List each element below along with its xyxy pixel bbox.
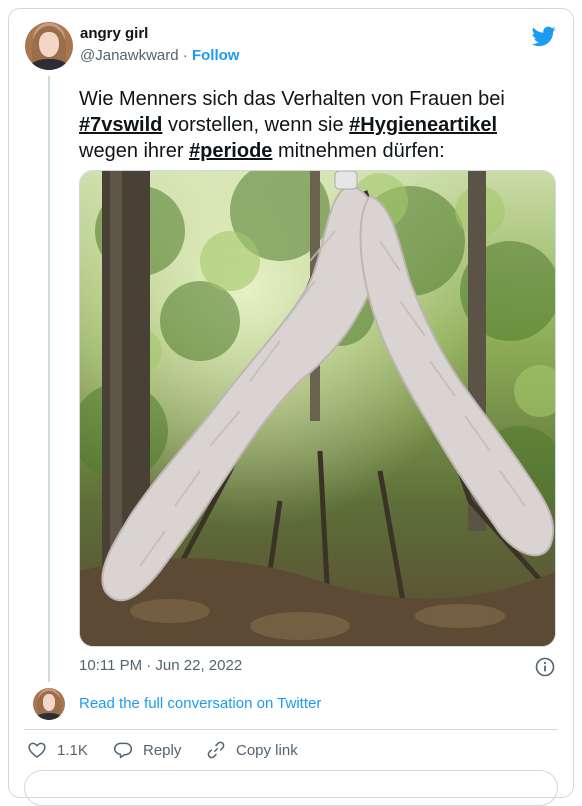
link-icon [207, 741, 225, 759]
like-button[interactable]: 1.1K [27, 740, 88, 760]
conversation-avatar[interactable] [33, 688, 65, 720]
twitter-bird-icon[interactable] [532, 24, 556, 48]
tweet-text-part: wegen ihrer [79, 140, 190, 162]
reply-button[interactable]: Reply [113, 740, 181, 760]
tweet-text-part: mitnehmen dürfen: [272, 140, 445, 162]
hashtag-7vswild[interactable]: #7vswild [79, 114, 162, 136]
author-avatar[interactable] [25, 22, 73, 70]
thread-line [48, 76, 50, 682]
tweet-text-part: vorstellen, wenn sie [162, 114, 350, 136]
handle-separator: · [182, 47, 188, 64]
read-full-conversation-link[interactable]: Read the full conversation on Twitter [79, 695, 321, 712]
copy-link-label: Copy link [236, 741, 298, 759]
author-handle[interactable]: @Janawkward [80, 47, 179, 64]
reply-label: Reply [143, 741, 182, 759]
heart-icon [28, 742, 46, 758]
tweet-timestamp[interactable]: 10:11 PM · Jun 22, 2022 [79, 657, 242, 674]
forest-shelter-image [80, 171, 555, 646]
divider [24, 729, 558, 730]
reply-icon [113, 742, 133, 759]
hashtag-periode[interactable]: #periode [189, 140, 272, 162]
tweet-text: Wie Menners sich das Verhalten von Fraue… [79, 86, 549, 164]
author-handle-row: @Janawkward · Follow [80, 47, 239, 64]
follow-button[interactable]: Follow [192, 47, 240, 64]
tweet-media-photo[interactable] [79, 170, 556, 647]
more-replies-button[interactable] [24, 770, 558, 806]
author-display-name[interactable]: angry girl [80, 25, 148, 42]
copy-link-button[interactable]: Copy link [206, 740, 298, 760]
tweet-text-part: Wie Menners sich das Verhalten von Fraue… [79, 88, 505, 110]
like-count: 1.1K [57, 741, 88, 759]
hashtag-hygieneartikel[interactable]: #Hygieneartikel [349, 114, 497, 136]
info-icon[interactable] [535, 657, 555, 677]
